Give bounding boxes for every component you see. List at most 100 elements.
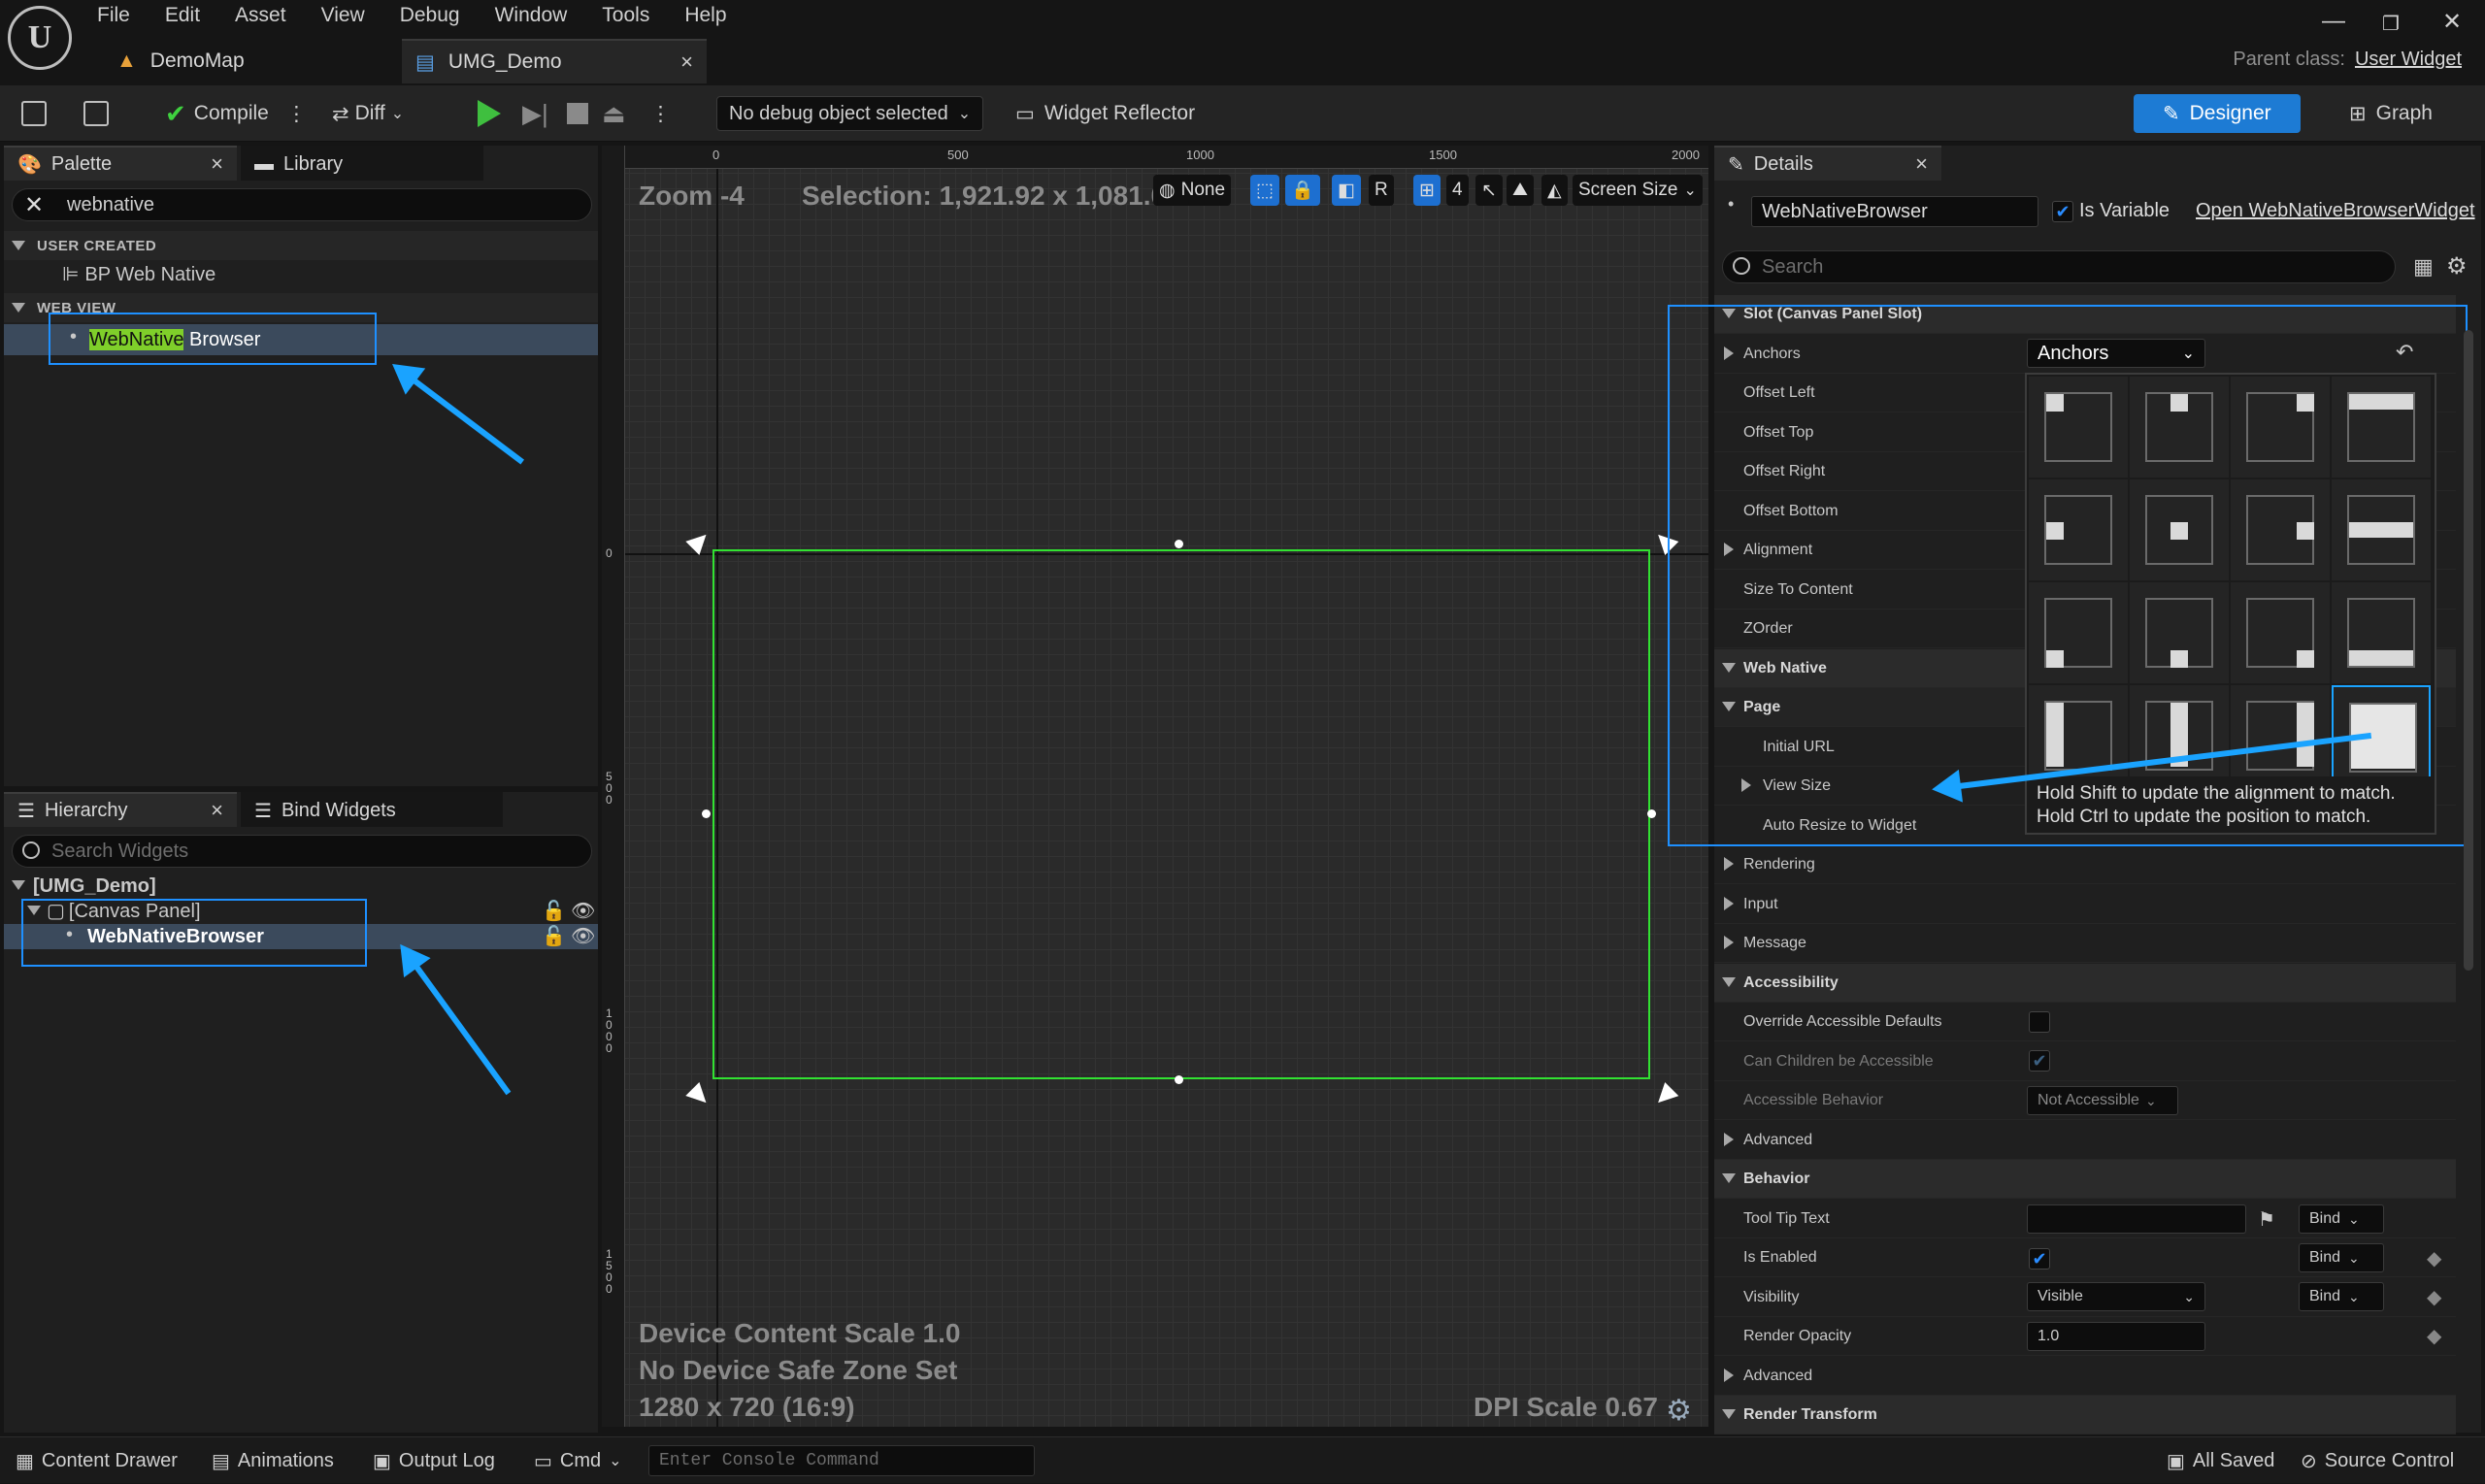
details-row[interactable]: Behavior xyxy=(1714,1160,2456,1199)
flag-icon[interactable]: ⚑ xyxy=(2258,1207,2275,1232)
is-enabled-checkbox[interactable]: ✔ xyxy=(2029,1248,2050,1270)
override-accessible-checkbox[interactable] xyxy=(2029,1011,2050,1033)
localization-button[interactable]: ◍ None xyxy=(1153,175,1232,206)
widget-reflector-button[interactable]: ▭ Widget Reflector xyxy=(1015,85,1195,142)
property-binding-icon[interactable]: ◆ xyxy=(2427,1246,2441,1270)
resize-handle[interactable] xyxy=(702,809,711,818)
respect-locks-button[interactable]: R xyxy=(1369,175,1394,206)
details-row[interactable]: Input xyxy=(1714,885,2456,924)
details-row[interactable]: Rendering xyxy=(1714,845,2456,884)
step-button[interactable]: ▶| xyxy=(522,85,548,142)
tab-details[interactable]: ✎ Details × xyxy=(1714,146,1941,181)
visibility-dropdown[interactable]: Visible ⌄ xyxy=(2027,1282,2205,1311)
stop-button[interactable] xyxy=(567,85,588,142)
details-row[interactable]: Accessibility xyxy=(1714,964,2456,1003)
unreal-logo-icon[interactable]: U xyxy=(8,6,72,70)
close-icon[interactable]: × xyxy=(211,798,223,823)
palette-item-bp-web-native[interactable]: ⊫ BP Web Native xyxy=(62,262,215,286)
hierarchy-search-input[interactable]: Search Widgets xyxy=(12,835,592,868)
tab-bind-widgets[interactable]: ☰ Bind Widgets xyxy=(241,792,503,827)
property-binding-icon[interactable]: ◆ xyxy=(2427,1285,2441,1309)
tab-umg-demo[interactable]: ▤ UMG_Demo × xyxy=(402,39,707,83)
source-control-button[interactable]: ⊘ Source Control xyxy=(2301,1437,2454,1484)
close-icon[interactable]: × xyxy=(680,49,693,75)
window-close-icon[interactable]: ✕ xyxy=(2442,8,2462,36)
details-row[interactable]: Advanced xyxy=(1714,1357,2456,1396)
bind-dropdown[interactable]: Bind ⌄ xyxy=(2299,1243,2384,1272)
palette-search-input[interactable]: ✕ webnative xyxy=(12,188,592,221)
resize-handle[interactable] xyxy=(1175,1075,1183,1084)
tab-library[interactable]: ▬ Library xyxy=(241,146,483,181)
play-options-icon[interactable]: ⋮ xyxy=(650,85,671,142)
open-widget-link[interactable]: Open WebNativeBrowserWidget xyxy=(2196,200,2475,222)
lock-icon[interactable]: 🔓 xyxy=(542,924,566,948)
background-toggle[interactable]: ⛰ xyxy=(1507,175,1534,206)
grid-size-button[interactable]: 4 xyxy=(1446,175,1469,206)
visibility-icon[interactable]: 👁 xyxy=(571,899,595,923)
tab-palette[interactable]: 🎨 Palette × xyxy=(4,146,237,181)
bind-dropdown[interactable]: Bind ⌄ xyxy=(2299,1282,2384,1311)
visibility-icon[interactable]: 👁 xyxy=(571,924,595,948)
section-user-created[interactable]: USER CREATED xyxy=(4,231,598,260)
all-saved-button[interactable]: ▣ All Saved xyxy=(2167,1437,2274,1484)
animations-button[interactable]: ▤ Animations xyxy=(212,1437,334,1484)
details-row[interactable]: Render Transform xyxy=(1714,1396,2456,1435)
widget-name-input[interactable]: WebNativeBrowser xyxy=(1751,196,2038,227)
menu-window[interactable]: Window xyxy=(495,0,568,33)
restore-icon[interactable]: ❐ xyxy=(2382,12,2400,36)
content-drawer-button[interactable]: ▦ Content Drawer xyxy=(16,1437,178,1484)
details-row[interactable]: Message xyxy=(1714,924,2456,963)
bind-dropdown[interactable]: Bind ⌄ xyxy=(2299,1204,2384,1234)
resize-handle[interactable] xyxy=(1647,809,1656,818)
is-variable-checkbox[interactable]: ✔ xyxy=(2052,201,2073,222)
details-scrollbar[interactable] xyxy=(2464,330,2473,971)
designer-button[interactable]: ✎ Designer xyxy=(2134,85,2301,142)
lock-toggle[interactable]: 🔒 xyxy=(1285,175,1320,206)
eject-button[interactable]: ⏏ xyxy=(602,85,626,142)
compile-button[interactable]: ✔ Compile ⋮ xyxy=(165,85,307,142)
tab-hierarchy[interactable]: ☰ Hierarchy × xyxy=(4,792,237,827)
browse-button[interactable] xyxy=(83,85,116,142)
minimize-icon[interactable]: — xyxy=(2322,8,2345,35)
menu-asset[interactable]: Asset xyxy=(235,0,286,33)
tab-demomap[interactable]: ▲ DemoMap xyxy=(97,39,388,83)
graph-button[interactable]: ⊞ Graph xyxy=(2349,85,2433,142)
close-icon[interactable]: × xyxy=(211,151,223,177)
resize-handle[interactable] xyxy=(1175,540,1183,548)
tooltip-text-input[interactable] xyxy=(2027,1204,2246,1234)
play-button[interactable] xyxy=(478,85,501,142)
select-mode-button[interactable]: ⬚ xyxy=(1250,175,1279,206)
table-view-icon[interactable]: ▦ xyxy=(2413,254,2434,280)
more-options-icon[interactable]: ⋮ xyxy=(286,102,307,126)
details-row[interactable]: Advanced xyxy=(1714,1121,2456,1160)
close-icon[interactable]: × xyxy=(1915,151,1928,177)
save-button[interactable] xyxy=(21,85,54,142)
screen-size-select[interactable]: Screen Size ⌄ xyxy=(1573,175,1703,206)
gear-icon[interactable]: ⚙ xyxy=(2446,252,2468,280)
menu-help[interactable]: Help xyxy=(684,0,726,33)
parent-class: Parent class: User Widget xyxy=(2233,49,2462,71)
webnativebrowser-widget-bounds[interactable] xyxy=(712,549,1650,1079)
menu-debug[interactable]: Debug xyxy=(400,0,460,33)
diff-button[interactable]: ⇄ Diff ⌄ xyxy=(332,85,404,142)
details-search-input[interactable]: Search xyxy=(1722,250,2396,283)
menu-file[interactable]: File xyxy=(97,0,130,33)
gear-icon[interactable]: ⚙ xyxy=(1666,1394,1692,1428)
layout-toggle[interactable]: ◧ xyxy=(1332,175,1361,206)
grid-snap-toggle[interactable]: ⊞ xyxy=(1413,175,1441,206)
cursor-tool[interactable]: ↖ xyxy=(1475,175,1503,206)
cmd-selector[interactable]: ▭ Cmd ⌄ xyxy=(534,1437,622,1484)
render-opacity-input[interactable]: 1.0 xyxy=(2027,1322,2205,1351)
property-binding-icon[interactable]: ◆ xyxy=(2427,1324,2441,1348)
debug-object-select[interactable]: No debug object selected ⌄ xyxy=(716,85,984,142)
clear-search-icon[interactable]: ✕ xyxy=(24,191,44,219)
parent-class-link[interactable]: User Widget xyxy=(2355,49,2462,70)
output-log-button[interactable]: ▣ Output Log xyxy=(373,1437,495,1484)
menu-tools[interactable]: Tools xyxy=(602,0,649,33)
menu-view[interactable]: View xyxy=(321,0,365,33)
lock-icon[interactable]: 🔓 xyxy=(542,899,566,923)
mirror-toggle[interactable]: ◭ xyxy=(1541,175,1568,206)
menu-edit[interactable]: Edit xyxy=(165,0,200,33)
console-input[interactable]: Enter Console Command xyxy=(648,1445,1035,1476)
tree-root[interactable]: [UMG_Demo] xyxy=(12,875,156,898)
